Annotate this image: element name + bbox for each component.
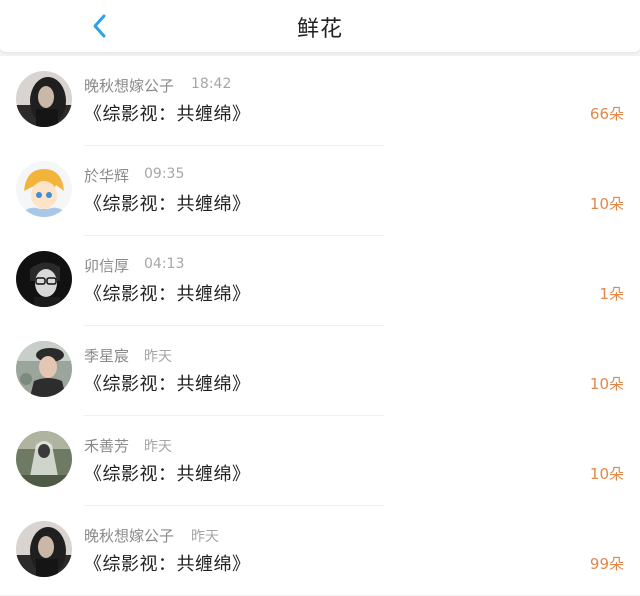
avatar[interactable]: [16, 71, 72, 127]
timestamp: 09:35: [144, 166, 185, 182]
list-item[interactable]: 晚秋想嫁公子 18:42 《综影视：共缠绵》 66朵: [0, 56, 640, 146]
timestamp: 昨天: [144, 349, 172, 365]
flower-count: 10朵: [589, 375, 624, 393]
page-title: 鲜花: [296, 17, 343, 42]
avatar-image-icon: [16, 341, 72, 397]
avatar-image-icon: [16, 161, 72, 217]
avatar-image-icon: [16, 71, 72, 127]
sender-name: 晚秋想嫁公子: [84, 527, 175, 545]
flower-count: 10朵: [589, 195, 624, 213]
sender-name: 晚秋想嫁公子: [84, 77, 175, 95]
flower-count: 1朵: [599, 285, 624, 303]
book-title: 《综影视：共缠绵》: [84, 284, 251, 305]
list-item[interactable]: 晚秋想嫁公子 昨天 《综影视：共缠绵》 99朵: [0, 506, 640, 596]
flower-count: 10朵: [589, 465, 624, 483]
avatar[interactable]: [16, 431, 72, 487]
avatar[interactable]: [16, 341, 72, 397]
list-item[interactable]: 禾善芳 昨天 《综影视：共缠绵》 10朵: [0, 416, 640, 506]
flower-count: 66朵: [589, 105, 624, 123]
list-item[interactable]: 於华辉 09:35 《综影视：共缠绵》 10朵: [0, 146, 640, 236]
book-title: 《综影视：共缠绵》: [84, 464, 251, 485]
book-title: 《综影视：共缠绵》: [84, 104, 251, 125]
top-nav-bar: 鲜花: [0, 0, 640, 53]
sender-name: 卯信厚: [84, 257, 130, 275]
book-title: 《综影视：共缠绵》: [84, 554, 251, 575]
timestamp: 昨天: [191, 529, 219, 545]
avatar[interactable]: [16, 521, 72, 577]
avatar-image-icon: [16, 431, 72, 487]
timestamp: 18:42: [191, 76, 232, 92]
timestamp: 04:13: [144, 256, 185, 272]
flower-count: 99朵: [589, 555, 624, 573]
avatar-image-icon: [16, 251, 72, 307]
list-item[interactable]: 季星宸 昨天 《综影视：共缠绵》 10朵: [0, 326, 640, 416]
avatar[interactable]: [16, 251, 72, 307]
flower-gift-list: 晚秋想嫁公子 18:42 《综影视：共缠绵》 66朵 於华辉 09:35 《综影…: [0, 56, 640, 595]
sender-name: 季星宸: [84, 347, 130, 365]
sender-name: 禾善芳: [84, 437, 130, 455]
timestamp: 昨天: [144, 439, 172, 455]
sender-name: 於华辉: [84, 167, 130, 185]
avatar[interactable]: [16, 161, 72, 217]
list-item[interactable]: 卯信厚 04:13 《综影视：共缠绵》 1朵: [0, 236, 640, 326]
book-title: 《综影视：共缠绵》: [84, 374, 251, 395]
book-title: 《综影视：共缠绵》: [84, 194, 251, 215]
avatar-image-icon: [16, 521, 72, 577]
